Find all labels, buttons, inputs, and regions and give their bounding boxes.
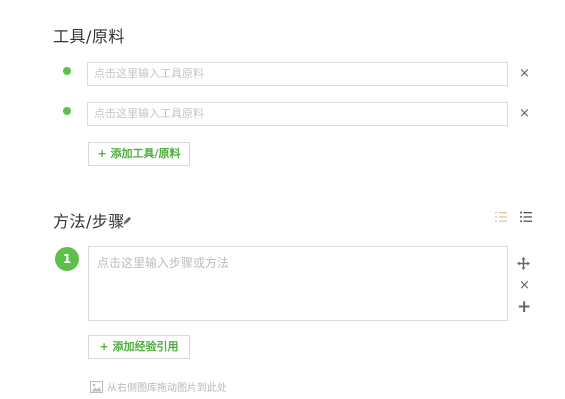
image-drop-hint: 从右侧图库拖动图片到此处 [107, 383, 227, 394]
step-1-textarea[interactable]: 点击这里输入步骤或方法 [88, 246, 508, 321]
steps-heading: 方法/步骤 [53, 212, 125, 231]
bulleted-list-icon[interactable] [520, 208, 532, 227]
numbered-list-icon[interactable] [495, 208, 507, 227]
pencil-icon[interactable] [123, 210, 132, 229]
tool-input-1[interactable]: 点击这里输入工具原料 [87, 62, 508, 86]
step-number-badge: 1 [55, 247, 79, 271]
tool-input-2[interactable]: 点击这里输入工具原料 [87, 102, 508, 126]
image-icon [90, 378, 103, 397]
move-icon[interactable] [517, 255, 530, 274]
tools-heading: 工具/原料 [53, 27, 125, 46]
add-reference-button[interactable]: + 添加经验引用 [88, 335, 190, 359]
remove-tool-1-button[interactable]: × [519, 67, 530, 80]
remove-step-button[interactable]: × [519, 279, 530, 292]
add-tool-button[interactable]: + 添加工具/原料 [88, 142, 190, 166]
insert-step-button[interactable]: + [517, 299, 531, 316]
remove-tool-2-button[interactable]: × [519, 107, 530, 120]
tool-bullet-1 [63, 67, 71, 75]
tool-bullet-2 [63, 107, 71, 115]
